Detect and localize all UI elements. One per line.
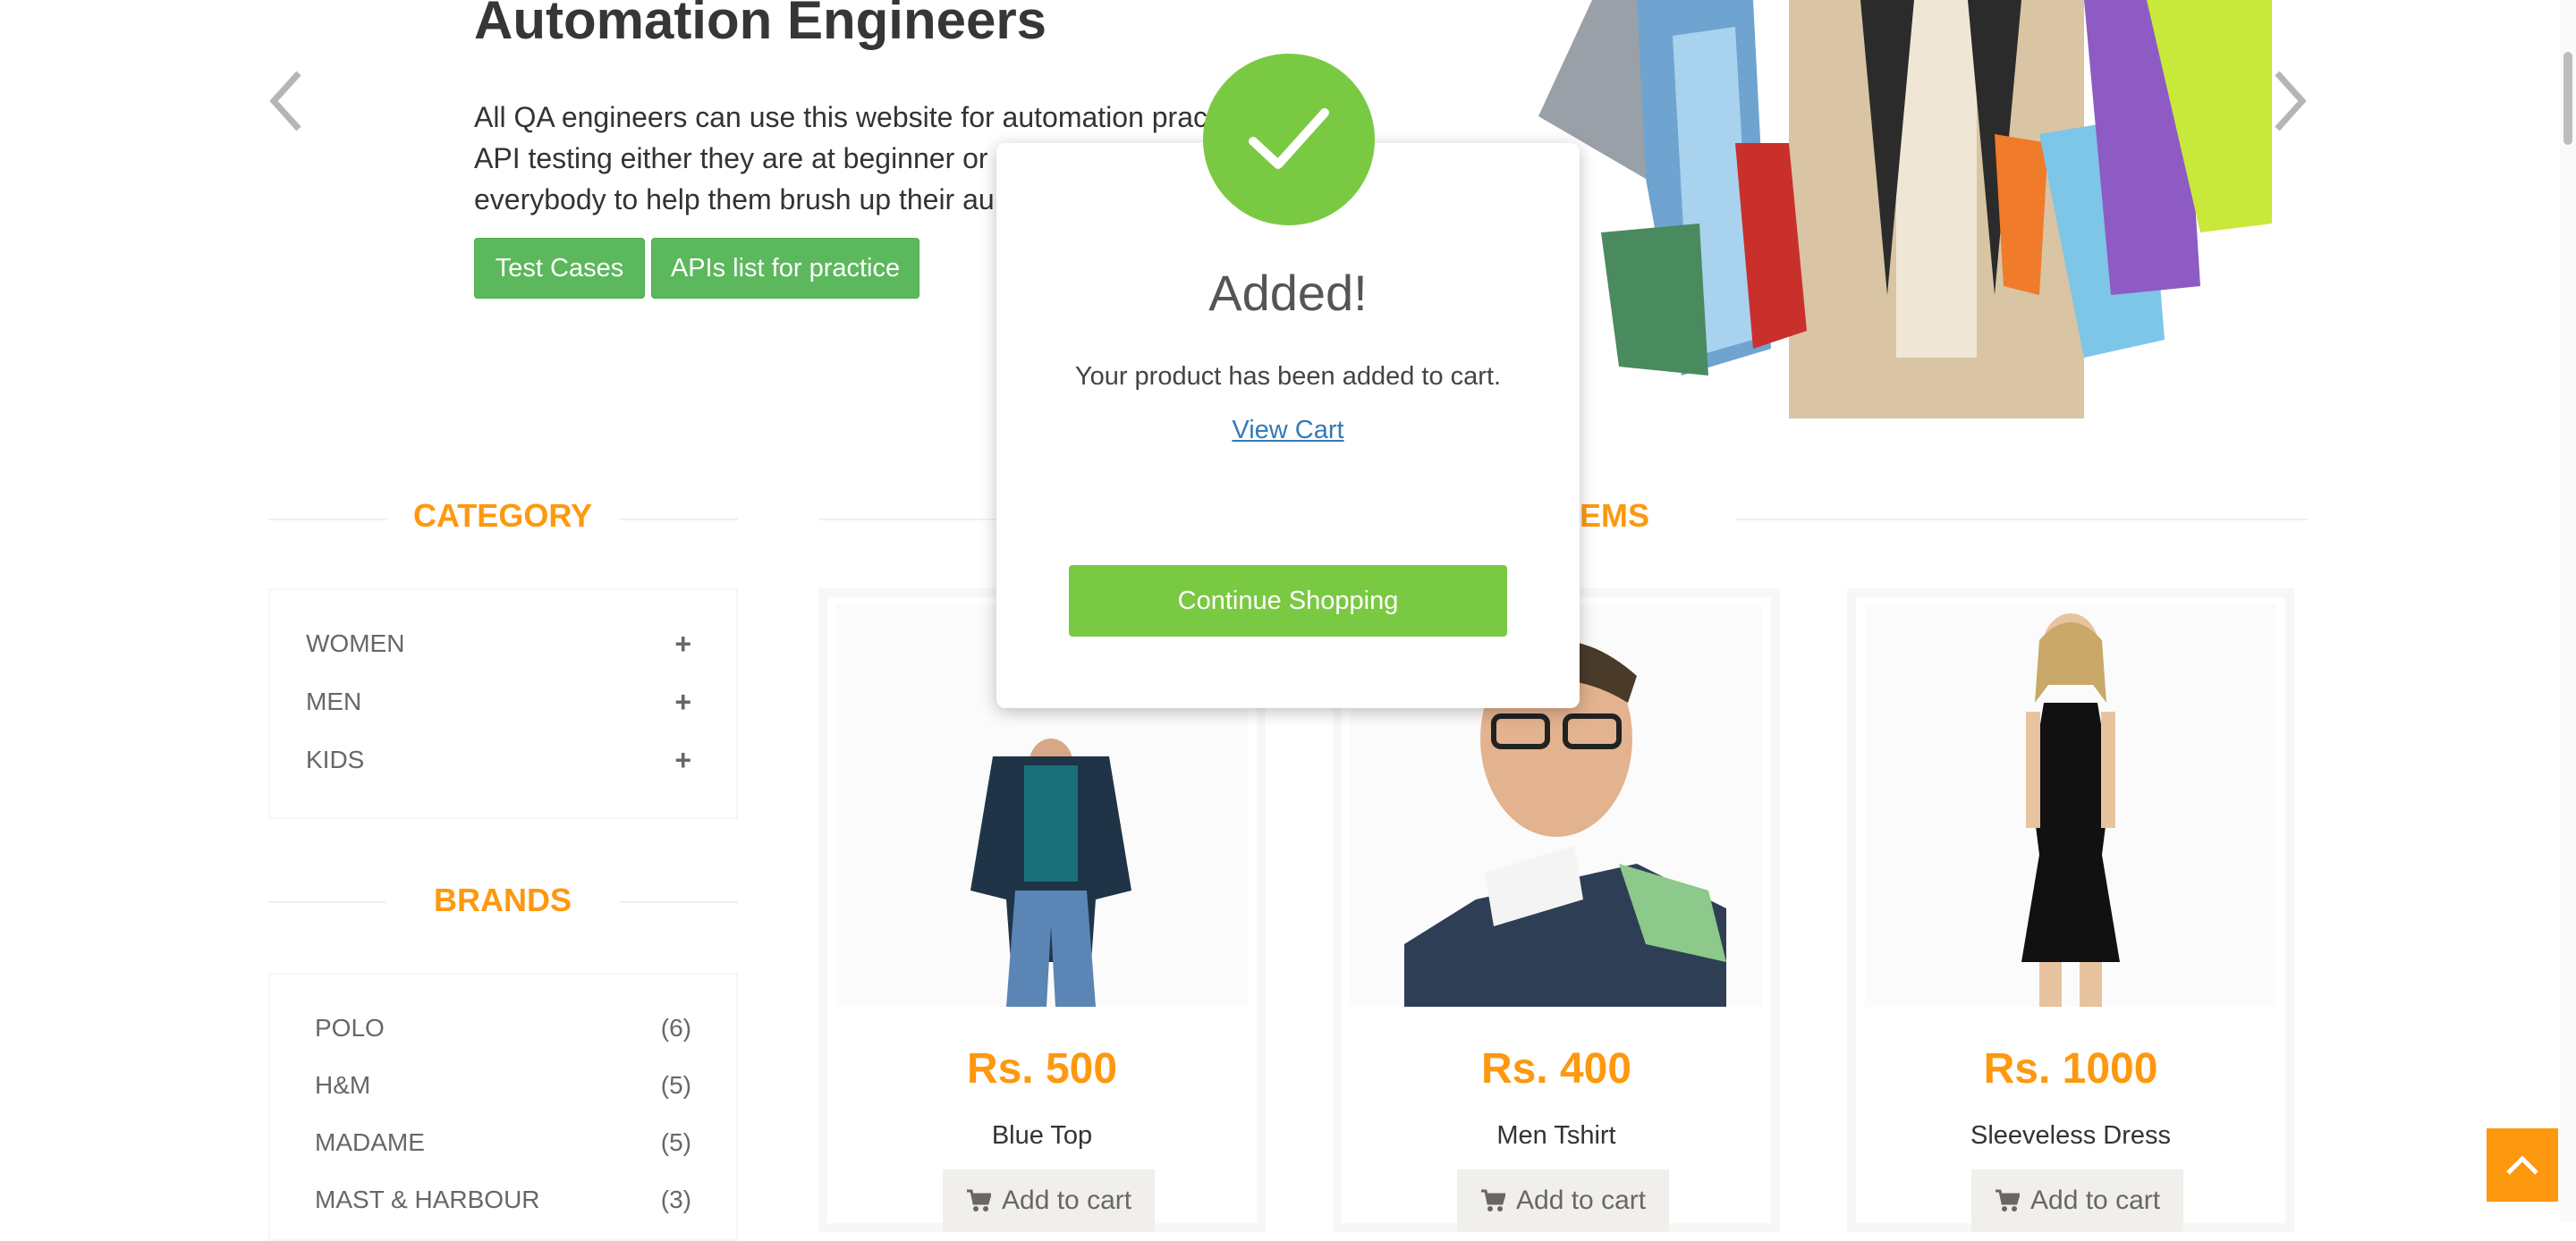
brand-item-polo[interactable]: POLO (6) [315, 1010, 691, 1046]
chevron-up-icon [2506, 1155, 2538, 1175]
plus-icon[interactable]: + [674, 628, 691, 661]
category-panel: WOMEN + MEN + KIDS + [268, 588, 738, 819]
brand-item-madame[interactable]: MADAME (5) [315, 1125, 691, 1161]
product-name: Blue Top [991, 1121, 1093, 1150]
view-cart-link[interactable]: View Cart [996, 416, 1580, 445]
continue-shopping-button[interactable]: Continue Shopping [1069, 565, 1507, 637]
plus-icon[interactable]: + [674, 744, 691, 777]
checkmark-icon [1203, 54, 1375, 225]
brand-label: MAST & HARBOUR [315, 1186, 540, 1213]
page-scrollbar[interactable] [2560, 0, 2576, 1221]
brand-count: (5) [660, 1128, 691, 1156]
brand-label: H&M [315, 1071, 371, 1099]
test-cases-button[interactable]: Test Cases [474, 238, 645, 299]
add-to-cart-label: Add to cart [2030, 1186, 2161, 1215]
product-price: Rs. 1000 [1983, 1045, 2158, 1093]
add-to-cart-button[interactable]: Add to cart [1457, 1169, 1670, 1232]
product-name: Sleeveless Dress [1970, 1121, 2172, 1150]
added-to-cart-modal: Added! Your product has been added to ca… [996, 143, 1580, 708]
category-item-women[interactable]: WOMEN + [306, 626, 691, 662]
brand-item-hm[interactable]: H&M (5) [315, 1068, 691, 1103]
brands-panel: POLO (6) H&M (5) MADAME (5) MAST & HARBO… [268, 973, 738, 1241]
brand-label: POLO [315, 1014, 385, 1042]
scroll-to-top-button[interactable] [2487, 1128, 2558, 1202]
product-price: Rs. 500 [966, 1045, 1118, 1093]
category-item-kids[interactable]: KIDS + [306, 742, 691, 778]
category-label: WOMEN [306, 629, 405, 657]
product-name: Men Tshirt [1496, 1121, 1616, 1150]
product-card: Rs. 1000 Sleeveless Dress Add to cart [1847, 588, 2294, 1232]
product-image-sleeveless-dress [1865, 604, 2276, 1007]
category-item-men[interactable]: MEN + [306, 684, 691, 720]
add-to-cart-button[interactable]: Add to cart [1971, 1169, 2184, 1232]
hero-shopping-image [1538, 0, 2272, 418]
category-title: CATEGORY [386, 497, 619, 535]
add-to-cart-button[interactable]: Add to cart [943, 1169, 1156, 1232]
cart-icon [1996, 1189, 2020, 1211]
chevron-right-icon[interactable] [2272, 70, 2308, 132]
apis-list-button[interactable]: APIs list for practice [651, 238, 919, 299]
plus-icon[interactable]: + [674, 686, 691, 719]
scrollbar-thumb[interactable] [2563, 52, 2572, 145]
brand-count: (6) [660, 1014, 691, 1042]
hero-line: All QA engineers can use this website fo… [474, 101, 1208, 133]
add-to-cart-label: Add to cart [1002, 1186, 1132, 1215]
hero-title: Automation Engineers [474, 0, 1047, 50]
cart-icon [967, 1189, 991, 1211]
brand-count: (5) [660, 1071, 691, 1099]
brand-label: MADAME [315, 1128, 425, 1156]
chevron-left-icon[interactable] [268, 70, 304, 132]
brand-item-mast-harbour[interactable]: MAST & HARBOUR (3) [315, 1182, 691, 1218]
modal-title: Added! [1208, 265, 1368, 321]
product-price: Rs. 400 [1480, 1045, 1632, 1093]
category-label: KIDS [306, 746, 365, 773]
cart-icon [1481, 1189, 1505, 1211]
add-to-cart-label: Add to cart [1516, 1186, 1647, 1215]
brands-title: BRANDS [386, 882, 619, 919]
brand-count: (3) [660, 1186, 691, 1213]
modal-message: Your product has been added to cart. [1074, 362, 1502, 391]
category-label: MEN [306, 688, 362, 715]
